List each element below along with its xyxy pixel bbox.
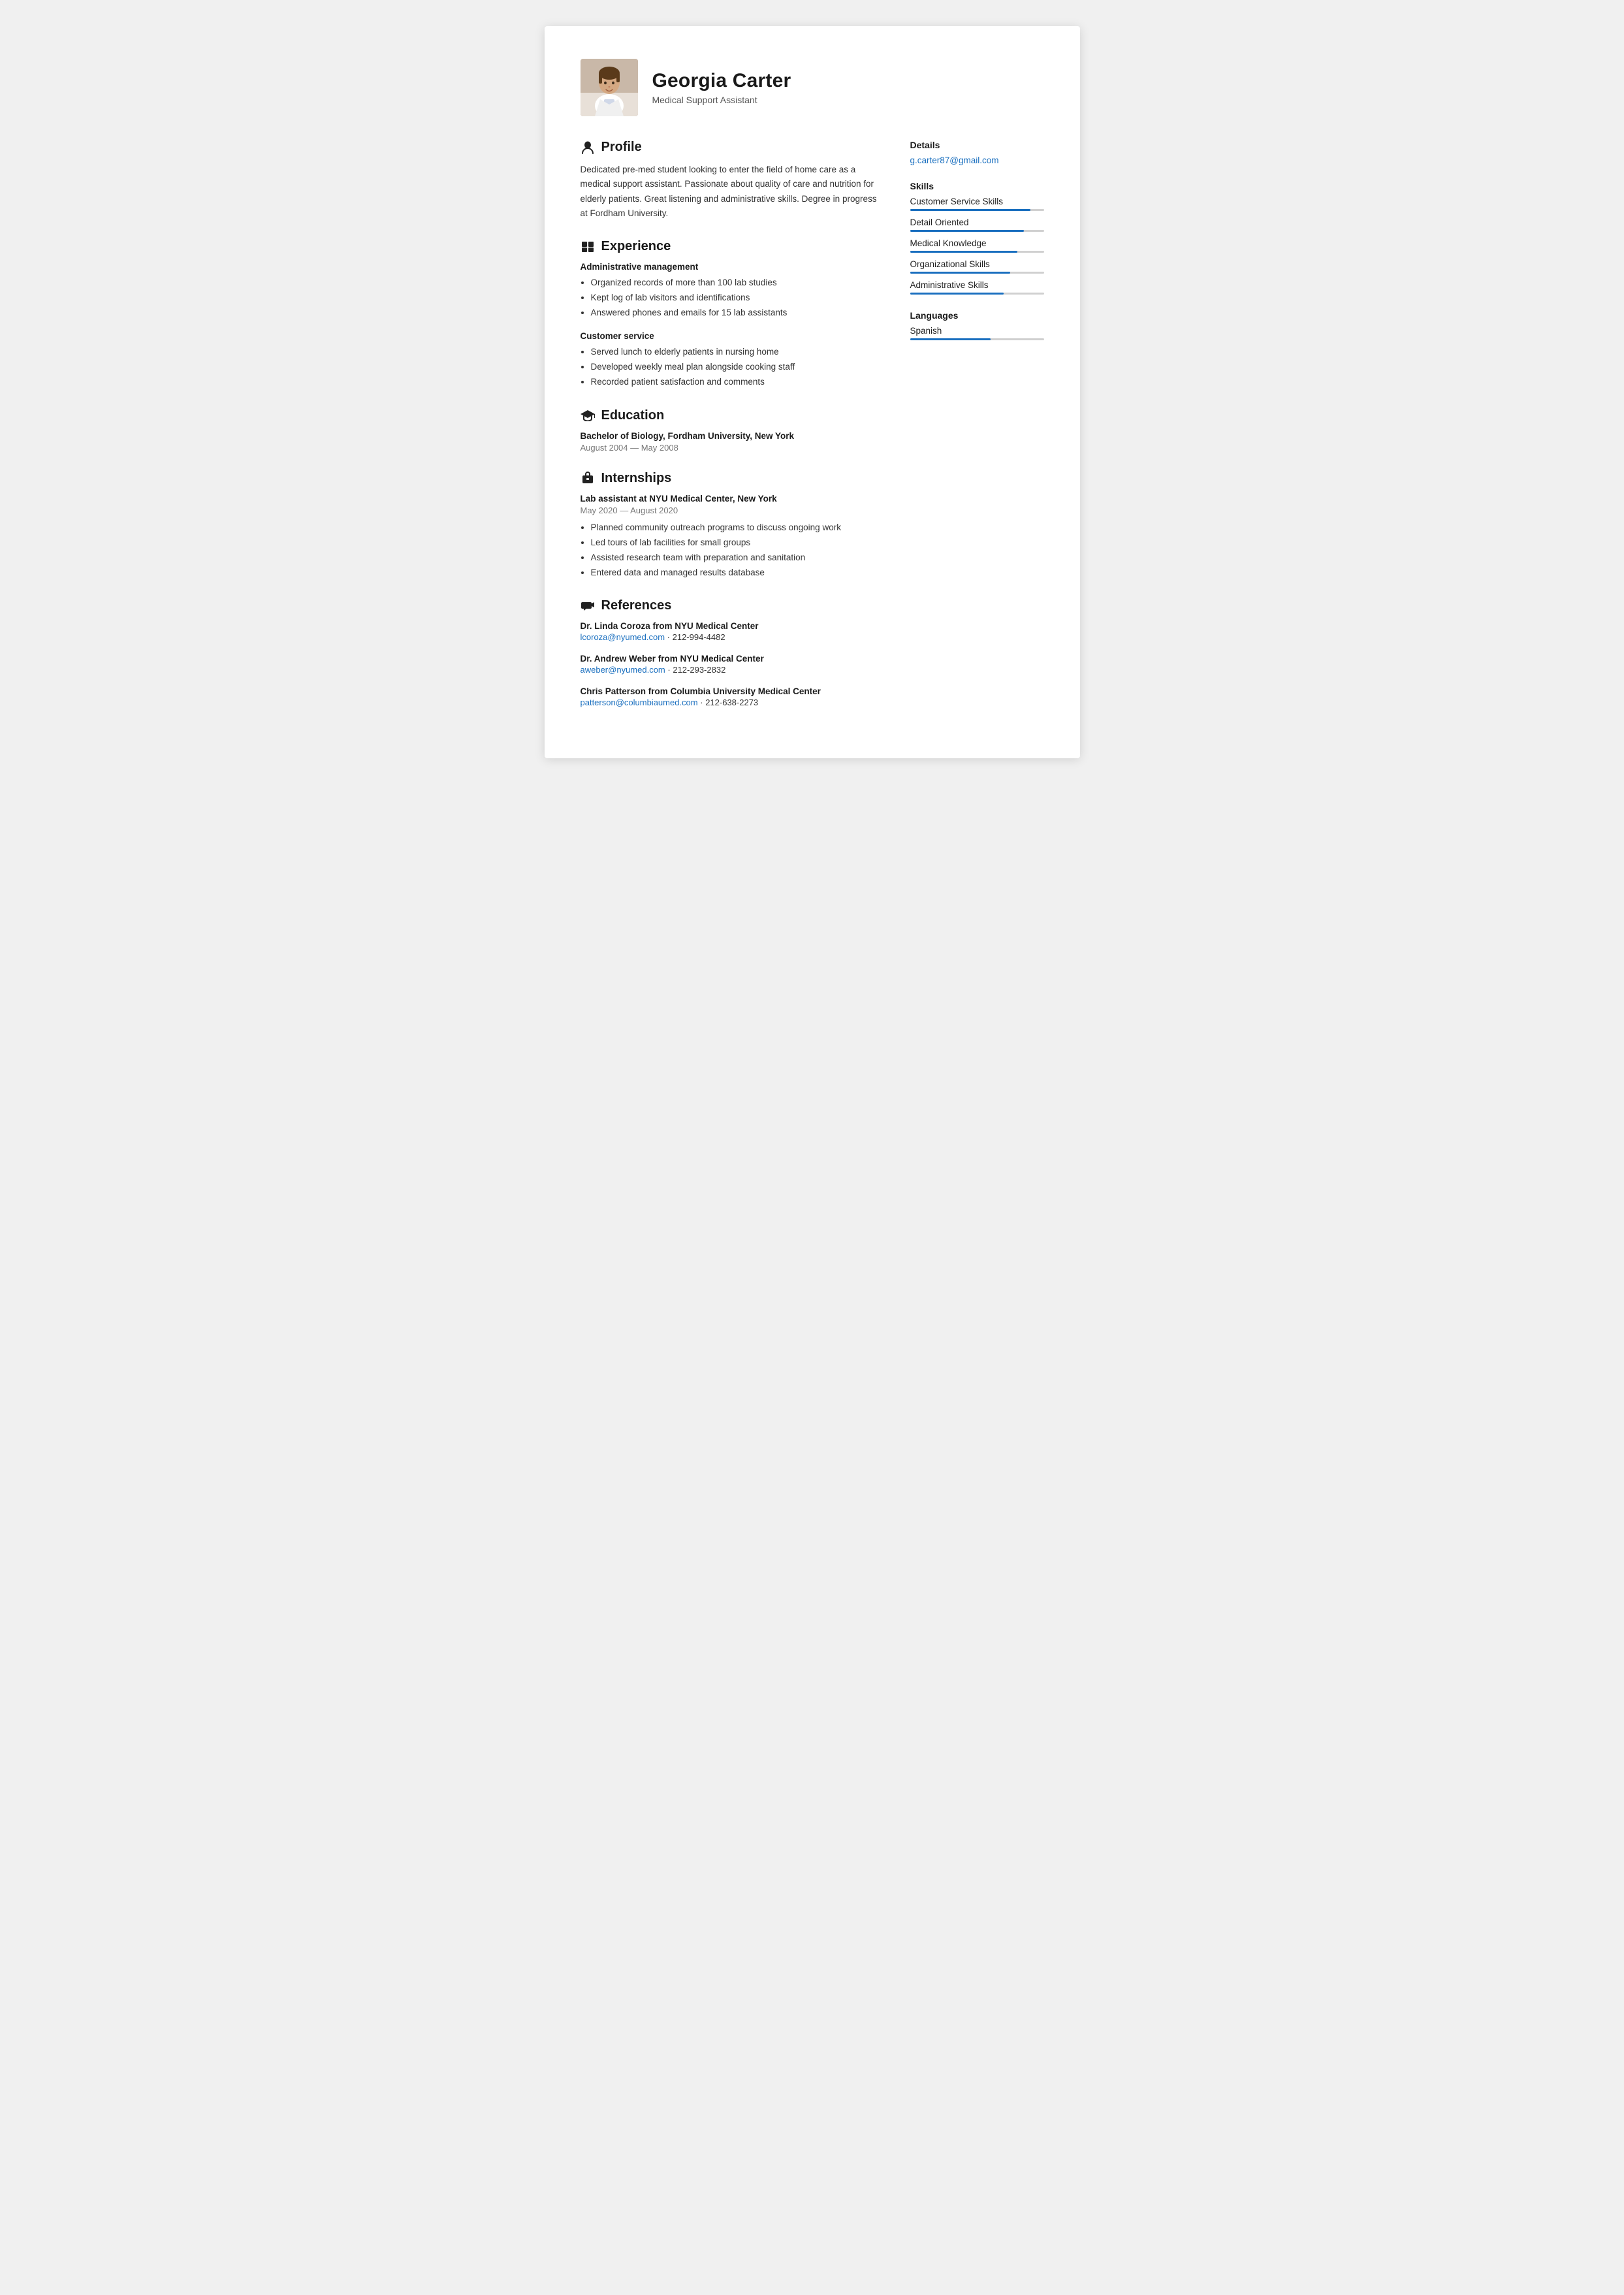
skills-section: Skills Customer Service Skills Detail Or… [910,181,1044,295]
skill-4-name: Organizational Skills [910,259,1044,269]
skill-5-bar-bg [910,293,1044,295]
references-section: References Dr. Linda Coroza from NYU Med… [581,598,879,707]
header: Georgia Carter Medical Support Assistant [581,59,1044,116]
experience-title: Experience [601,239,671,254]
details-section: Details g.carter87@gmail.com [910,140,1044,165]
ref-3-email[interactable]: patterson@columbiaumed.com [581,698,698,707]
avatar [581,59,638,116]
ref-1-email[interactable]: lcoroza@nyumed.com [581,632,665,642]
skill-item-1: Customer Service Skills [910,197,1044,211]
exp-bullet: Served lunch to elderly patients in nurs… [591,345,879,360]
intern-item-dates: May 2020 — August 2020 [581,506,879,515]
lang-1-bar-fill [910,338,991,340]
candidate-name: Georgia Carter [652,70,791,92]
ref-2-email[interactable]: aweber@nyumed.com [581,665,665,675]
skill-5-bar-fill [910,293,1004,295]
skill-2-name: Detail Oriented [910,217,1044,227]
education-icon [581,408,595,423]
ref-item-3: Chris Patterson from Columbia University… [581,686,879,707]
skill-item-5: Administrative Skills [910,280,1044,295]
skill-5-name: Administrative Skills [910,280,1044,290]
ref-3-phone: 212-638-2273 [705,698,758,707]
experience-heading: Experience [581,239,879,254]
detail-email[interactable]: g.carter87@gmail.com [910,155,1044,165]
intern-bullet: Assisted research team with preparation … [591,551,879,566]
references-heading: References [581,598,879,613]
profile-text: Dedicated pre-med student looking to ent… [581,163,879,221]
left-column: Profile Dedicated pre-med student lookin… [581,140,879,726]
skills-title: Skills [910,181,1044,191]
exp-bullet: Answered phones and emails for 15 lab as… [591,306,879,321]
ref-3-separator: · [700,698,705,707]
ref-3-contact: patterson@columbiaumed.com · 212-638-227… [581,698,879,707]
exp-job-1-title: Administrative management [581,262,879,272]
education-title: Education [601,408,665,423]
resume-page: Georgia Carter Medical Support Assistant… [545,26,1080,758]
skill-2-bar-fill [910,230,1024,232]
exp-bullet: Organized records of more than 100 lab s… [591,276,879,291]
ref-item-1: Dr. Linda Coroza from NYU Medical Center… [581,621,879,642]
ref-1-contact: lcoroza@nyumed.com · 212-994-4482 [581,632,879,642]
profile-section: Profile Dedicated pre-med student lookin… [581,140,879,221]
ref-1-name: Dr. Linda Coroza from NYU Medical Center [581,621,879,631]
internships-heading: Internships [581,471,879,486]
lang-1-name: Spanish [910,326,1044,336]
experience-section: Experience Administrative management Org… [581,239,879,390]
references-icon [581,599,595,613]
internships-title: Internships [601,471,672,486]
header-text: Georgia Carter Medical Support Assistant [652,70,791,105]
skill-3-bar-fill [910,251,1017,253]
skill-1-bar-bg [910,209,1044,211]
internships-section: Internships Lab assistant at NYU Medical… [581,471,879,581]
exp-bullet: Developed weekly meal plan alongside coo… [591,360,879,375]
skill-4-bar-fill [910,272,1011,274]
ref-item-2: Dr. Andrew Weber from NYU Medical Center… [581,654,879,675]
profile-title: Profile [601,140,642,155]
lang-1-bar-bg [910,338,1044,340]
skill-3-name: Medical Knowledge [910,238,1044,248]
languages-title: Languages [910,310,1044,321]
skill-item-4: Organizational Skills [910,259,1044,274]
ref-1-separator: · [667,632,673,642]
skill-1-name: Customer Service Skills [910,197,1044,206]
references-title: References [601,598,672,613]
exp-job-2-title: Customer service [581,331,879,341]
education-heading: Education [581,408,879,423]
skill-1-bar-fill [910,209,1031,211]
right-column: Details g.carter87@gmail.com Skills Cust… [910,140,1044,726]
candidate-title: Medical Support Assistant [652,95,791,105]
experience-icon [581,240,595,254]
intern-bullet: Planned community outreach programs to d… [591,521,879,536]
body-layout: Profile Dedicated pre-med student lookin… [581,140,1044,726]
ref-2-phone: 212-293-2832 [673,665,725,675]
profile-heading: Profile [581,140,879,155]
skill-4-bar-bg [910,272,1044,274]
ref-3-name: Chris Patterson from Columbia University… [581,686,879,696]
edu-dates: August 2004 — May 2008 [581,443,879,453]
profile-icon [581,140,595,155]
exp-bullet: Kept log of lab visitors and identificat… [591,291,879,306]
edu-degree: Bachelor of Biology, Fordham University,… [581,431,879,441]
skill-item-3: Medical Knowledge [910,238,1044,253]
intern-item-bullets: Planned community outreach programs to d… [591,521,879,581]
ref-1-phone: 212-994-4482 [673,632,725,642]
exp-bullet: Recorded patient satisfaction and commen… [591,375,879,390]
exp-job-1-bullets: Organized records of more than 100 lab s… [591,276,879,321]
languages-section: Languages Spanish [910,310,1044,340]
ref-2-name: Dr. Andrew Weber from NYU Medical Center [581,654,879,664]
internships-icon [581,471,595,485]
lang-item-1: Spanish [910,326,1044,340]
intern-item-title: Lab assistant at NYU Medical Center, New… [581,494,879,504]
intern-bullet: Led tours of lab facilities for small gr… [591,536,879,551]
skill-item-2: Detail Oriented [910,217,1044,232]
skill-3-bar-bg [910,251,1044,253]
exp-job-2-bullets: Served lunch to elderly patients in nurs… [591,345,879,390]
ref-2-contact: aweber@nyumed.com · 212-293-2832 [581,665,879,675]
details-title: Details [910,140,1044,150]
education-section: Education Bachelor of Biology, Fordham U… [581,408,879,453]
skill-2-bar-bg [910,230,1044,232]
intern-bullet: Entered data and managed results databas… [591,566,879,581]
